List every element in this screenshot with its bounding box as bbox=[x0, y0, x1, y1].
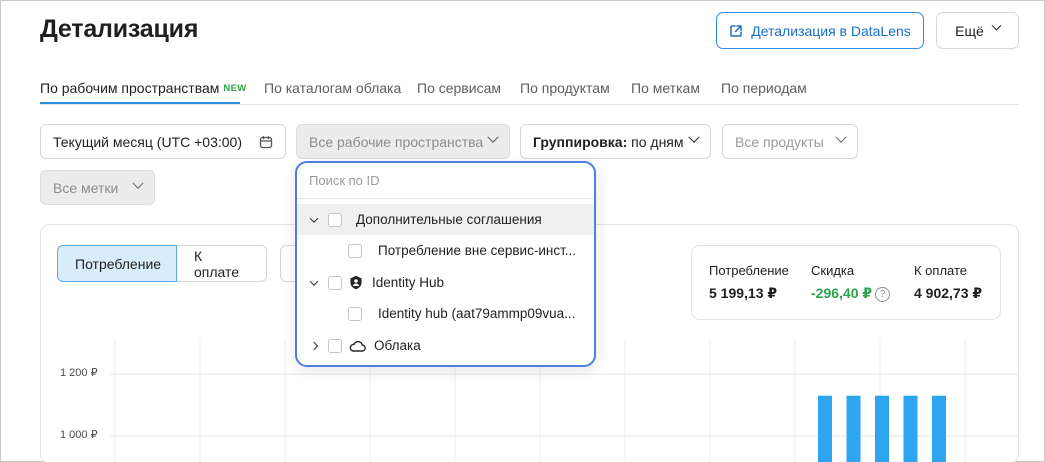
item-checkbox[interactable] bbox=[328, 275, 342, 290]
item-label: Облака bbox=[374, 338, 421, 353]
chart-bar[interactable] bbox=[932, 395, 946, 462]
labels-placeholder: Все метки bbox=[53, 179, 119, 196]
chart-bar[interactable] bbox=[846, 395, 861, 462]
workspaces-placeholder: Все рабочие пространства bbox=[309, 133, 484, 150]
consumption-label: Потребление bbox=[709, 263, 789, 278]
shield-icon bbox=[350, 275, 362, 290]
products-select[interactable]: Все продукты bbox=[722, 124, 858, 159]
new-badge: NEW bbox=[223, 83, 247, 94]
dropdown-item[interactable]: Identity hub (aat79ammp09vua... bbox=[297, 298, 594, 329]
workspaces-select[interactable]: Все рабочие пространства bbox=[296, 124, 510, 159]
view-toggle: Потребление К оплате bbox=[57, 245, 267, 282]
chevron-down-icon bbox=[991, 20, 1002, 31]
item-checkbox[interactable] bbox=[328, 212, 342, 227]
tab-bar: По рабочим пространствам NEW По каталогам… bbox=[40, 73, 1019, 105]
labels-select[interactable]: Все метки bbox=[40, 170, 155, 205]
cloud-icon bbox=[349, 340, 366, 352]
y-tick-label: 1 200 ₽ bbox=[60, 367, 98, 379]
active-tab-indicator bbox=[40, 102, 240, 104]
chevron-down-icon bbox=[835, 131, 847, 143]
tab-products[interactable]: По продуктам bbox=[520, 80, 610, 96]
dropdown-search-input[interactable]: Поиск по ID bbox=[309, 173, 380, 188]
item-label: Identity hub (aat79ammp09vua... bbox=[378, 306, 576, 321]
chart-bar[interactable] bbox=[903, 395, 918, 462]
products-placeholder: Все продукты bbox=[735, 133, 824, 150]
page-title: Детализация bbox=[40, 15, 199, 43]
chevron-down-icon[interactable] bbox=[309, 276, 319, 286]
item-checkbox[interactable] bbox=[348, 243, 362, 258]
grouping-label: Группировка: bbox=[533, 133, 628, 150]
to-pay-label: К оплате bbox=[914, 263, 968, 278]
grouping-value: по дням bbox=[631, 133, 684, 150]
chevron-down-icon[interactable] bbox=[309, 213, 319, 223]
dropdown-item[interactable]: Identity Hub bbox=[297, 267, 594, 298]
item-label: Дополнительные соглашения bbox=[356, 212, 542, 227]
chevron-down-icon bbox=[688, 131, 700, 143]
item-label: Потребление вне сервис-инст... bbox=[378, 243, 577, 258]
dropdown-item[interactable]: Дополнительные соглашения bbox=[297, 204, 594, 235]
tab-workspaces-label: По рабочим пространствам bbox=[40, 80, 220, 96]
datalens-button-label: Детализация в DataLens bbox=[751, 22, 911, 39]
chevron-down-icon bbox=[487, 131, 499, 143]
period-value: Текущий месяц (UTC +03:00) bbox=[53, 133, 242, 150]
to-pay-value: 4 902,73 ₽ bbox=[914, 285, 983, 301]
dropdown-item[interactable]: Облака bbox=[297, 330, 594, 361]
period-picker[interactable]: Текущий месяц (UTC +03:00) bbox=[40, 124, 286, 159]
chart-bar[interactable] bbox=[875, 395, 889, 462]
consumption-value: 5 199,13 ₽ bbox=[709, 285, 778, 301]
tab-periods[interactable]: По периодам bbox=[721, 80, 807, 96]
item-checkbox[interactable] bbox=[348, 306, 362, 321]
consumption-toggle[interactable]: Потребление bbox=[57, 245, 177, 282]
more-button[interactable]: Ещё bbox=[936, 12, 1019, 49]
y-tick-label: 1 000 ₽ bbox=[60, 429, 98, 441]
discount-label: Скидка bbox=[811, 263, 855, 278]
tab-labels[interactable]: По меткам bbox=[631, 80, 700, 96]
to-pay-toggle[interactable]: К оплате bbox=[177, 245, 267, 282]
chevron-right-icon[interactable] bbox=[309, 341, 319, 350]
chevron-down-icon bbox=[132, 177, 144, 189]
more-button-label: Ещё bbox=[955, 22, 984, 39]
external-link-icon bbox=[730, 24, 742, 37]
discount-value: -296,40 ₽ bbox=[811, 285, 873, 301]
tab-workspaces[interactable]: По рабочим пространствам NEW bbox=[40, 80, 247, 96]
item-checkbox[interactable] bbox=[328, 338, 342, 353]
dropdown-item[interactable]: Потребление вне сервис-инст... bbox=[297, 235, 594, 266]
chart-bar[interactable] bbox=[818, 395, 832, 462]
grouping-select[interactable]: Группировка: по дням bbox=[520, 124, 711, 159]
tab-services[interactable]: По сервисам bbox=[417, 80, 501, 96]
tab-cloud-catalogs[interactable]: По каталогам облака bbox=[264, 80, 401, 96]
dropdown-divider bbox=[297, 198, 594, 199]
item-label: Identity Hub bbox=[372, 275, 445, 290]
summary-card: Потребление 5 199,13 ₽ Скидка -296,40 ₽?… bbox=[691, 245, 1001, 320]
workspaces-dropdown: Поиск по ID Дополнительные соглашения По… bbox=[295, 161, 596, 367]
help-icon[interactable]: ? bbox=[875, 287, 891, 302]
calendar-icon bbox=[259, 135, 273, 148]
datalens-button[interactable]: Детализация в DataLens bbox=[716, 12, 924, 49]
